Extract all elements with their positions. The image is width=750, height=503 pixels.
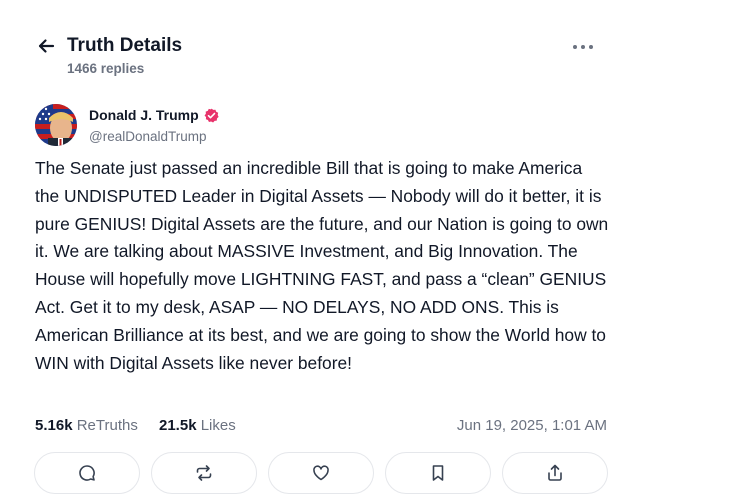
bookmark-icon [432, 465, 444, 481]
likes-count: 21.5k [159, 417, 197, 434]
post-body: The Senate just passed an incredible Bil… [35, 158, 609, 373]
reply-button[interactable] [34, 452, 140, 494]
replies-count: 1466 replies [67, 61, 145, 76]
action-bar [34, 452, 608, 494]
retruths-stat[interactable]: 5.16k ReTruths [35, 417, 138, 434]
bookmark-button[interactable] [385, 452, 491, 494]
like-icon [313, 465, 329, 481]
retruth-button[interactable] [151, 452, 257, 494]
post-timestamp: Jun 19, 2025, 1:01 AM [456, 417, 607, 434]
post-stats: 5.16k ReTruths 21.5k Likes Jun 19, 2025,… [35, 417, 607, 437]
retruths-label: ReTruths [76, 417, 138, 434]
share-icon [548, 464, 562, 481]
retruths-count: 5.16k [35, 417, 73, 434]
author-name[interactable]: Donald J. Trump [89, 107, 199, 123]
share-button[interactable] [502, 452, 608, 494]
more-dots-icon [573, 45, 593, 49]
verified-badge-icon [204, 108, 219, 123]
like-button[interactable] [268, 452, 374, 494]
avatar[interactable] [35, 104, 77, 146]
retruth-icon [196, 465, 212, 481]
author-handle[interactable]: @realDonaldTrump [89, 129, 207, 144]
page-title: Truth Details [67, 35, 183, 56]
reply-icon [79, 465, 95, 481]
post-author: Donald J. Trump @realDonaldTrump [35, 104, 435, 150]
likes-stat[interactable]: 21.5k Likes [159, 417, 236, 434]
back-button[interactable] [36, 36, 58, 58]
back-arrow-icon [38, 39, 55, 53]
more-options-button[interactable] [569, 37, 597, 57]
header: Truth Details 1466 replies [36, 34, 596, 84]
likes-label: Likes [200, 417, 236, 434]
